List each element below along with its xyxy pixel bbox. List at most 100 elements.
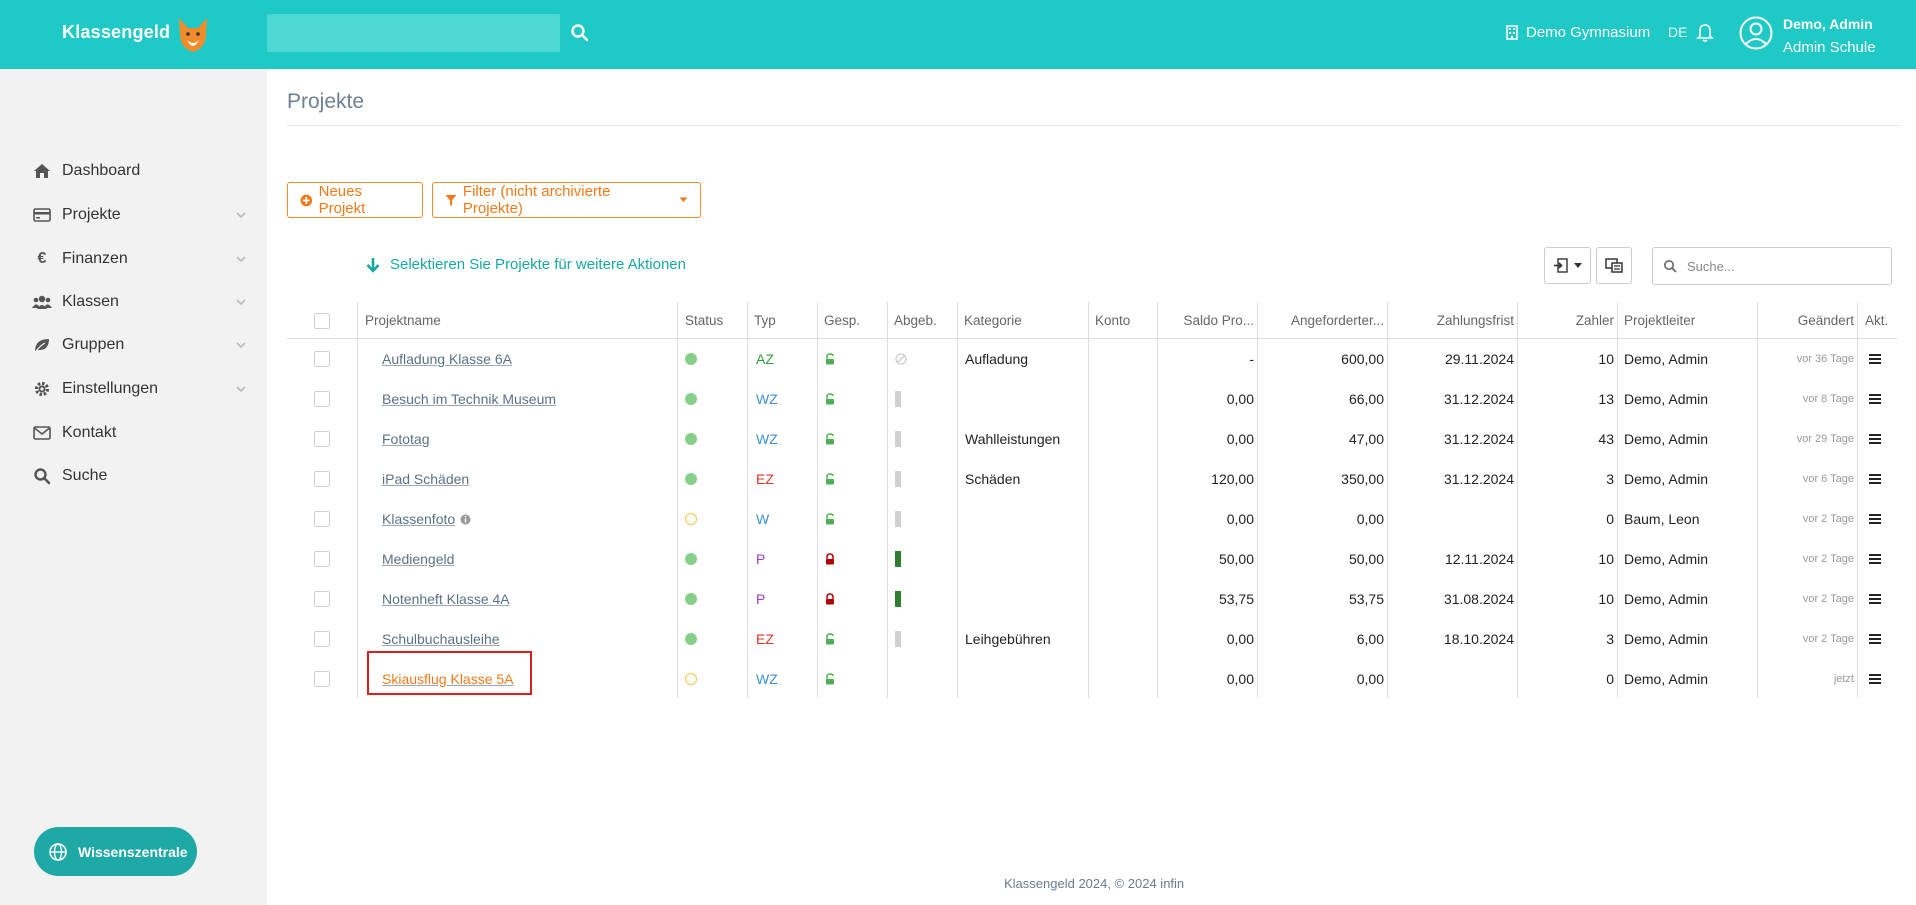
menu-icon[interactable]: [1869, 674, 1881, 684]
user-role: Admin Schule: [1783, 39, 1876, 56]
select-all-checkbox[interactable]: [314, 312, 330, 329]
sidebar-item-klassen[interactable]: Klassen: [32, 285, 257, 319]
column-header-aktionen: Akt.: [1865, 313, 1889, 328]
project-saldo: 0,00: [1226, 511, 1254, 527]
chevron-down-icon: [236, 212, 246, 219]
column-toggle-button[interactable]: [1596, 247, 1632, 284]
menu-icon[interactable]: [1869, 394, 1881, 404]
menu-icon[interactable]: [1869, 514, 1881, 524]
table-row: Klassenfoto W 0,00 0,00 0 Baum, Leon vor 2 Tag…: [287, 499, 1897, 539]
project-requested: 0,00: [1356, 671, 1384, 687]
page-title: Projekte: [287, 90, 365, 113]
column-header-zahler[interactable]: Zahler: [1524, 302, 1614, 339]
sidebar-item-kontakt[interactable]: Kontakt: [32, 416, 257, 450]
project-name-link[interactable]: Schulbuchausleihe: [382, 631, 500, 647]
row-checkbox[interactable]: [314, 431, 330, 447]
unlock-icon: [826, 633, 834, 645]
menu-icon[interactable]: [1869, 474, 1881, 484]
chevron-down-icon: [236, 299, 246, 306]
column-header-kategorie[interactable]: Kategorie: [964, 302, 1022, 339]
brand-name[interactable]: Klassengeld: [62, 22, 170, 43]
column-header-angefordert[interactable]: Angeforderter...: [1264, 302, 1384, 339]
row-checkbox[interactable]: [314, 551, 330, 567]
project-requested: 600,00: [1341, 351, 1384, 367]
search-icon[interactable]: [570, 22, 590, 44]
project-name-link[interactable]: Klassenfoto: [382, 511, 455, 527]
column-header-zahlungsfrist[interactable]: Zahlungsfrist: [1394, 302, 1514, 339]
column-header-typ[interactable]: Typ: [754, 302, 776, 339]
status-dot: [685, 673, 697, 685]
lock-icon: [826, 553, 834, 565]
sidebar-item-suche[interactable]: Suche: [32, 459, 257, 493]
filter-dropdown[interactable]: Filter (nicht archivierte Projekte): [432, 182, 701, 218]
table-row: Mediengeld P 50,00 50,00 12.11.2024 10 Demo, A…: [287, 539, 1897, 579]
avatar-icon[interactable]: [1739, 16, 1773, 50]
project-name-link[interactable]: Aufladung Klasse 6A: [382, 351, 512, 367]
project-saldo: 53,75: [1218, 591, 1254, 607]
language-switch[interactable]: DE: [1668, 24, 1687, 40]
school-selector[interactable]: Demo Gymnasium: [1506, 24, 1650, 41]
sidebar-item-projekte[interactable]: Projekte: [32, 198, 257, 232]
unlock-icon: [826, 513, 834, 525]
selected-project-highlight: [367, 651, 532, 695]
building-icon: [1506, 25, 1518, 40]
column-header-projektleiter[interactable]: Projektleiter: [1624, 302, 1695, 339]
row-checkbox[interactable]: [314, 351, 330, 367]
column-header-abgeb[interactable]: Abgeb.: [894, 302, 937, 339]
row-checkbox[interactable]: [314, 671, 330, 687]
project-name-link[interactable]: Mediengeld: [382, 551, 454, 567]
project-requested: 53,75: [1348, 591, 1384, 607]
project-requested: 66,00: [1348, 391, 1384, 407]
column-header-projektname[interactable]: Projektname: [365, 302, 441, 339]
menu-icon[interactable]: [1869, 354, 1881, 364]
sidebar-item-finanzen[interactable]: € Finanzen: [32, 242, 257, 276]
bell-icon[interactable]: [1696, 23, 1714, 43]
status-dot: [685, 393, 697, 405]
project-name-link[interactable]: Notenheft Klasse 4A: [382, 591, 510, 607]
project-type: EZ: [756, 471, 774, 487]
project-payer-count: 10: [1598, 551, 1614, 567]
row-checkbox[interactable]: [314, 631, 330, 647]
row-checkbox[interactable]: [314, 391, 330, 407]
info-icon[interactable]: [460, 514, 471, 525]
progress-bar: [895, 471, 901, 487]
column-header-geaendert[interactable]: Geändert: [1764, 302, 1854, 339]
sidebar-item-label: Gruppen: [62, 336, 125, 353]
row-checkbox[interactable]: [314, 471, 330, 487]
project-leader: Demo, Admin: [1624, 551, 1709, 567]
project-name-link[interactable]: Fototag: [382, 431, 429, 447]
wissenszentrale-label: Wissenszentrale: [78, 843, 188, 860]
column-header-saldo[interactable]: Saldo Pro...: [1164, 302, 1254, 339]
column-header-konto[interactable]: Konto: [1095, 302, 1130, 339]
caret-down-icon: [679, 197, 688, 202]
progress-bar: [895, 431, 901, 447]
project-deadline: 31.08.2024: [1443, 591, 1514, 607]
unlock-icon: [826, 353, 834, 365]
footer-text: Klassengeld 2024, © 2024 infin: [1004, 876, 1185, 891]
project-saldo: 0,00: [1226, 391, 1254, 407]
global-search-input[interactable]: [267, 14, 560, 52]
project-name-link[interactable]: iPad Schäden: [382, 471, 469, 487]
sidebar-item-gruppen[interactable]: Gruppen: [32, 328, 257, 362]
column-header-status[interactable]: Status: [685, 302, 723, 339]
sidebar-item-dashboard[interactable]: Dashboard: [32, 154, 257, 188]
sidebar: Dashboard Projekte € Finanzen Klassen Gr…: [0, 69, 267, 905]
menu-icon[interactable]: [1869, 434, 1881, 444]
menu-icon[interactable]: [1869, 634, 1881, 644]
export-dropdown-button[interactable]: [1544, 247, 1591, 284]
menu-icon[interactable]: [1869, 554, 1881, 564]
new-project-button[interactable]: Neues Projekt: [287, 182, 423, 218]
row-checkbox[interactable]: [314, 591, 330, 607]
row-checkbox[interactable]: [314, 511, 330, 527]
project-leader: Demo, Admin: [1624, 351, 1709, 367]
user-name[interactable]: Demo, Admin: [1783, 16, 1873, 32]
table-search-input[interactable]: Suche...: [1652, 247, 1892, 285]
project-name-link[interactable]: Besuch im Technik Museum: [382, 391, 556, 407]
fox-logo-icon[interactable]: [176, 12, 210, 56]
wissenszentrale-button[interactable]: Wissenszentrale: [34, 827, 197, 876]
filter-icon: [445, 194, 457, 206]
sidebar-item-label: Dashboard: [62, 162, 141, 179]
menu-icon[interactable]: [1869, 594, 1881, 604]
sidebar-item-einstellungen[interactable]: Einstellungen: [32, 372, 257, 406]
column-header-gesperrt[interactable]: Gesp.: [824, 302, 860, 339]
